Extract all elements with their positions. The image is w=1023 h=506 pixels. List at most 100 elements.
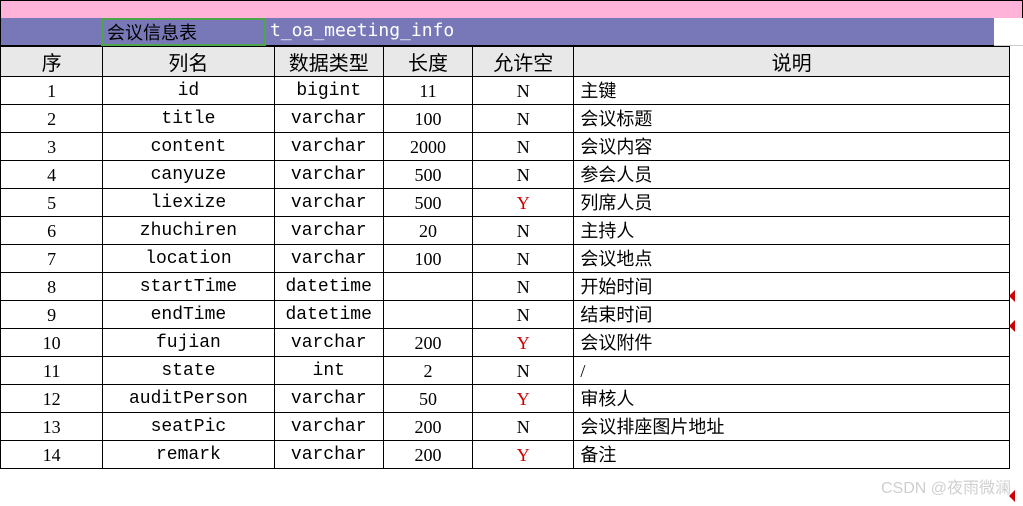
cell-seq: 1 [1,77,103,105]
cell-type: varchar [274,245,383,273]
cell-desc: 会议附件 [574,329,1010,357]
cell-name: auditPerson [103,385,274,413]
cell-nullable: N [473,133,574,161]
cell-seq: 8 [1,273,103,301]
header-nullable: 允许空 [473,47,574,77]
cell-nullable: N [473,273,574,301]
cell-desc: 列席人员 [574,189,1010,217]
table-row[interactable]: 9endTimedatetimeN结束时间 [1,301,1010,329]
cell-nullable: Y [473,329,574,357]
cell-len: 500 [383,189,472,217]
cell-seq: 13 [1,413,103,441]
table-row[interactable]: 10fujianvarchar200Y会议附件 [1,329,1010,357]
cell-seq: 5 [1,189,103,217]
comment-mark-icon [1009,490,1015,502]
table-row[interactable]: 7locationvarchar100N会议地点 [1,245,1010,273]
cell-desc: 参会人员 [574,161,1010,189]
cell-len: 100 [383,245,472,273]
comment-mark-icon [1009,290,1015,302]
cell-type: varchar [274,385,383,413]
cell-name: title [103,105,274,133]
cell-name: remark [103,441,274,469]
cell-desc: 会议地点 [574,245,1010,273]
header-seq: 序 [1,47,103,77]
header-type: 数据类型 [274,47,383,77]
cell-len [383,301,472,329]
cell-len: 200 [383,413,472,441]
cell-seq: 6 [1,217,103,245]
cell-len: 500 [383,161,472,189]
table-row[interactable]: 4canyuzevarchar500N参会人员 [1,161,1010,189]
cell-desc: 会议内容 [574,133,1010,161]
table-title-label: 会议信息表 [107,23,197,43]
cell-name: state [103,357,274,385]
cell-nullable: Y [473,385,574,413]
table-row[interactable]: 5liexizevarchar500Y列席人员 [1,189,1010,217]
title-row: 会议信息表 t_oa_meeting_info [0,18,1023,46]
cell-seq: 3 [1,133,103,161]
table-code-cell[interactable]: t_oa_meeting_info [266,18,994,46]
cell-type: varchar [274,217,383,245]
cell-len [383,273,472,301]
cell-len: 50 [383,385,472,413]
cell-type: varchar [274,441,383,469]
cell-name: seatPic [103,413,274,441]
cell-type: datetime [274,273,383,301]
table-code-label: t_oa_meeting_info [270,20,454,41]
cell-type: datetime [274,301,383,329]
cell-len: 2000 [383,133,472,161]
title-tail [994,18,1023,46]
cell-desc: 结束时间 [574,301,1010,329]
header-row: 序 列名 数据类型 长度 允许空 说明 [1,47,1010,77]
cell-desc: 主键 [574,77,1010,105]
cell-name: canyuze [103,161,274,189]
cell-desc: 主持人 [574,217,1010,245]
cell-nullable: N [473,245,574,273]
cell-name: fujian [103,329,274,357]
cell-type: varchar [274,133,383,161]
cell-type: varchar [274,189,383,217]
cell-name: id [103,77,274,105]
cell-desc: 审核人 [574,385,1010,413]
comment-mark-icon [1009,320,1015,332]
watermark: CSDN @夜雨微澜 [881,474,1011,498]
cell-nullable: N [473,217,574,245]
cell-nullable: Y [473,441,574,469]
cell-desc: / [574,357,1010,385]
cell-nullable: N [473,301,574,329]
cell-seq: 10 [1,329,103,357]
cell-desc: 会议标题 [574,105,1010,133]
table-row[interactable]: 11stateint2N/ [1,357,1010,385]
table-title-cell[interactable]: 会议信息表 [101,18,266,46]
table-row[interactable]: 6zhuchirenvarchar20N主持人 [1,217,1010,245]
cell-seq: 12 [1,385,103,413]
schema-table: 序 列名 数据类型 长度 允许空 说明 1idbigint11N主键2title… [0,46,1010,469]
cell-type: int [274,357,383,385]
table-body: 1idbigint11N主键2titlevarchar100N会议标题3cont… [1,77,1010,469]
table-row[interactable]: 14remarkvarchar200Y备注 [1,441,1010,469]
cell-desc: 备注 [574,441,1010,469]
table-row[interactable]: 3contentvarchar2000N会议内容 [1,133,1010,161]
table-row[interactable]: 12auditPersonvarchar50Y审核人 [1,385,1010,413]
table-row[interactable]: 2titlevarchar100N会议标题 [1,105,1010,133]
cell-name: startTime [103,273,274,301]
cell-seq: 11 [1,357,103,385]
cell-desc: 开始时间 [574,273,1010,301]
cell-seq: 9 [1,301,103,329]
cell-nullable: N [473,105,574,133]
cell-len: 200 [383,329,472,357]
cell-name: liexize [103,189,274,217]
cell-type: varchar [274,161,383,189]
cell-name: location [103,245,274,273]
cell-seq: 2 [1,105,103,133]
cell-len: 20 [383,217,472,245]
table-row[interactable]: 13seatPicvarchar200N会议排座图片地址 [1,413,1010,441]
top-pink-bar [0,0,1023,18]
table-row[interactable]: 1idbigint11N主键 [1,77,1010,105]
table-row[interactable]: 8startTimedatetime N开始时间 [1,273,1010,301]
cell-type: varchar [274,329,383,357]
cell-nullable: N [473,357,574,385]
cell-seq: 14 [1,441,103,469]
cell-len: 11 [383,77,472,105]
header-name: 列名 [103,47,274,77]
